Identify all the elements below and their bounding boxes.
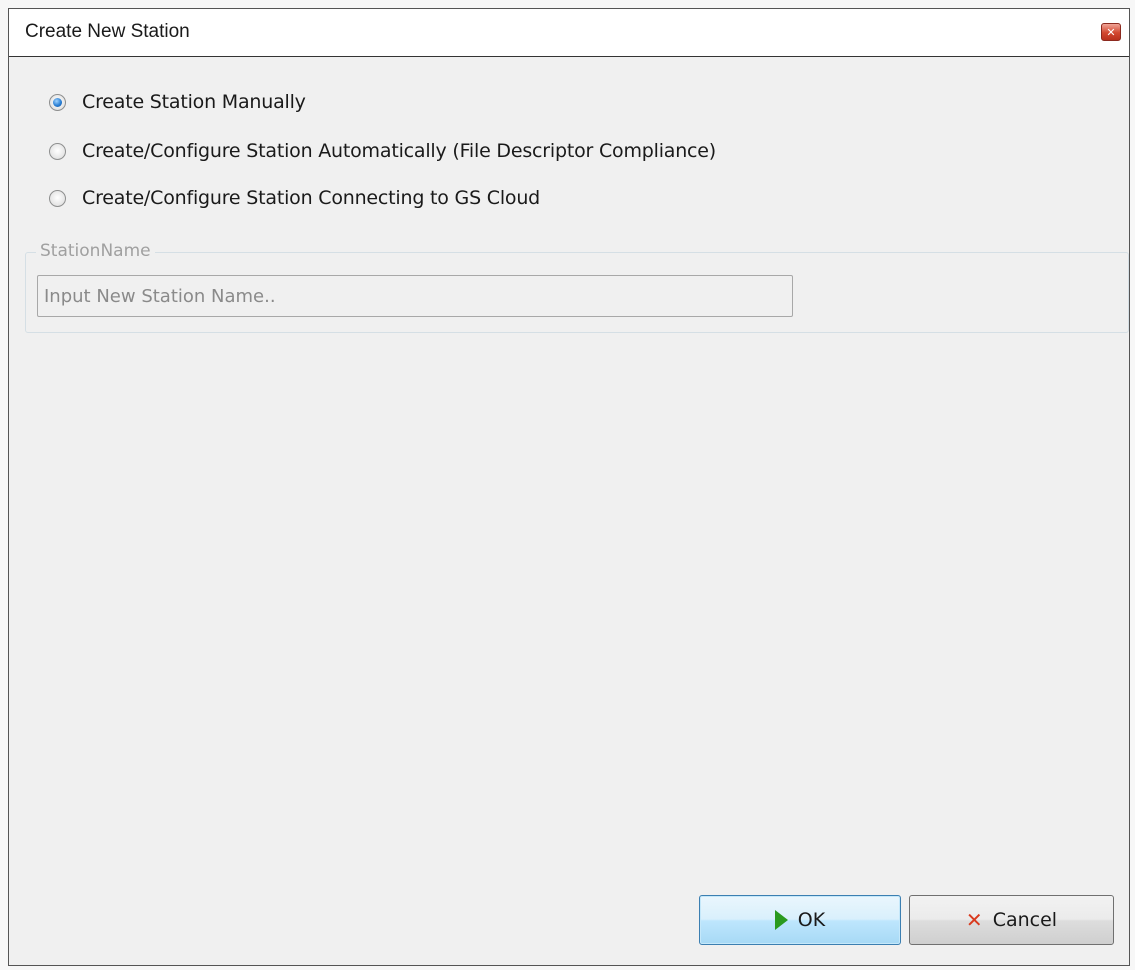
radio-label-gs-cloud[interactable]: Create/Configure Station Connecting to G… [82,187,540,209]
radio-label-automatic[interactable]: Create/Configure Station Automatically (… [82,140,716,162]
close-icon: ✕ [1106,25,1116,39]
radio-option-manual[interactable]: Create Station Manually [49,88,306,116]
station-name-group: StationName [25,241,1129,333]
dialog-title: Create New Station [25,21,190,42]
cancel-button-label: Cancel [992,909,1058,931]
cancel-button[interactable]: ✕ Cancel [909,895,1114,945]
x-icon: ✕ [965,908,983,932]
station-name-legend: StationName [36,241,155,261]
station-name-input[interactable] [37,275,793,317]
radio-option-automatic[interactable]: Create/Configure Station Automatically (… [49,137,716,165]
title-bar: Create New Station ✕ [9,9,1129,57]
radio-button-gs-cloud[interactable] [49,189,66,207]
close-button[interactable]: ✕ [1101,23,1121,41]
ok-button-label: OK [797,909,826,931]
create-station-dialog: Create New Station ✕ Create Station Manu… [8,8,1130,966]
radio-button-manual[interactable] [49,93,66,111]
radio-option-gs-cloud[interactable]: Create/Configure Station Connecting to G… [49,184,540,212]
radio-button-automatic[interactable] [49,142,66,160]
ok-button[interactable]: OK [699,895,901,945]
radio-label-manual[interactable]: Create Station Manually [82,91,306,113]
play-arrow-icon [774,910,788,930]
